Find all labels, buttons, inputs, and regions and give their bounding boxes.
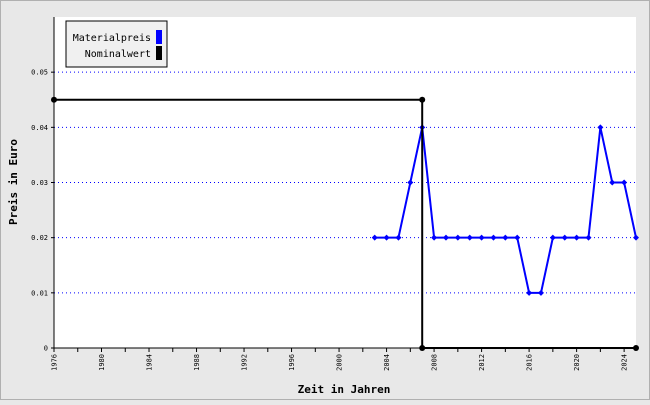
x-tick-label: 2016 [526,354,534,371]
legend-box [65,20,168,68]
y-tick-label: 0.02 [31,234,48,242]
x-tick-label: 1992 [241,354,249,371]
data-point [51,96,57,103]
legend-swatch-materialpreis [156,30,162,44]
y-axis-title: Preis in Euro [7,139,20,225]
legend: Materialpreis Nominalwert [65,20,168,68]
y-tick-label: 0 [44,345,48,353]
chart-container: 0 0.01 0.02 0.03 0.04 0.05 1976 1980 1984 1988 199… [0,0,650,400]
data-point [633,345,639,351]
y-tick-label: 0.01 [31,289,48,297]
legend-label-nominalwert: Nominalwert [85,49,151,60]
x-tick-label: 2000 [336,354,344,371]
y-tick-label: 0.04 [31,124,48,132]
x-axis-title: Zeit in Jahren [298,383,391,396]
y-tick-label: 0.03 [31,179,48,187]
x-tick-label: 2004 [383,354,391,371]
x-tick-label: 1980 [98,354,106,371]
x-tick-label: 1984 [146,354,154,371]
legend-label-materialpreis: Materialpreis [73,33,151,44]
chart-svg: 0 0.01 0.02 0.03 0.04 0.05 1976 1980 1984 1988 199… [7,17,639,396]
x-tick-label: 2020 [573,354,581,371]
x-tick-label: 2012 [478,354,486,371]
data-point [419,96,426,103]
data-point [419,345,426,351]
x-tick-label: 1976 [51,354,59,371]
legend-swatch-nominalwert [156,46,162,60]
x-tick-label: 2008 [431,354,439,371]
x-tick-label: 1988 [193,354,201,371]
x-tick-label: 2024 [621,354,629,371]
y-tick-label: 0.05 [31,69,48,77]
x-tick-label: 1996 [288,354,296,371]
